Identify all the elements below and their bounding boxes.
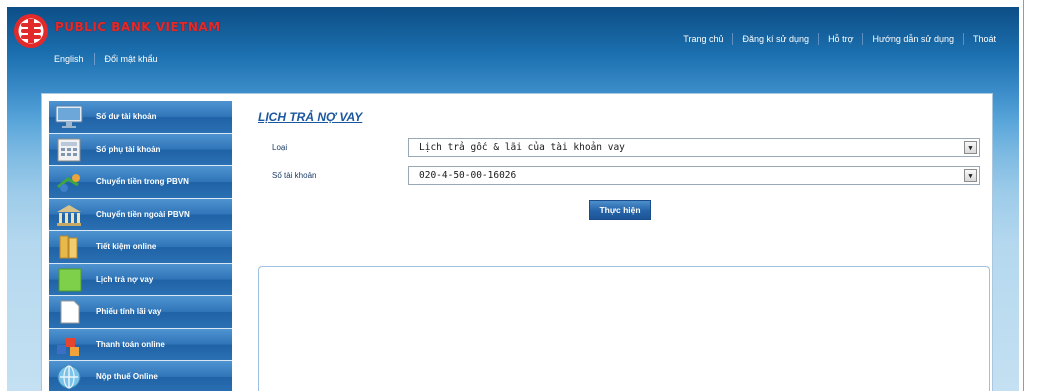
sidebar-item-label: Nộp thuế Online bbox=[96, 372, 158, 381]
results-area bbox=[258, 266, 990, 391]
sidebar-item-loan-interest[interactable]: Phiếu tính lãi vay bbox=[49, 296, 232, 329]
account-number-select[interactable]: 020-4-50-00-16026 ▼ bbox=[408, 166, 980, 185]
sub-navigation: English Đổi mật khẩu bbox=[54, 53, 178, 65]
calculator-icon bbox=[53, 136, 85, 164]
sidebar-item-label: Số dư tài khoản bbox=[96, 112, 157, 121]
sidebar-item-label: Tiết kiệm online bbox=[96, 242, 157, 251]
sidebar-menu: Số dư tài khoản Số phụ tài khoản Chuyển … bbox=[49, 101, 232, 391]
sidebar-item-label: Chuyển tiền trong PBVN bbox=[96, 177, 189, 186]
account-number-label: Số tài khoản bbox=[272, 171, 317, 180]
sidebar-item-label: Số phụ tài khoản bbox=[96, 144, 161, 154]
account-number-value: 020-4-50-00-16026 bbox=[419, 170, 517, 181]
sidebar-item-label: Thanh toán online bbox=[96, 339, 165, 349]
window-edge bbox=[1023, 0, 1024, 391]
type-field-row: Loại Lịch trả gốc & lãi của tài khoản va… bbox=[258, 138, 980, 157]
page-title: LỊCH TRẢ NỢ VAY bbox=[258, 110, 363, 124]
sidebar-item-online-savings[interactable]: Tiết kiệm online bbox=[49, 231, 232, 264]
bank-icon bbox=[53, 201, 85, 229]
public-bank-logo-icon[interactable] bbox=[13, 13, 49, 49]
sidebar-item-label: Phiếu tính lãi vay bbox=[96, 307, 162, 316]
account-field-row: Số tài khoản 020-4-50-00-16026 ▼ bbox=[258, 166, 980, 185]
content-panel: Số dư tài khoản Số phụ tài khoản Chuyển … bbox=[41, 93, 993, 391]
page-frame: PUBLIC BANK VIETNAM English Đổi mật khẩu… bbox=[0, 0, 1042, 391]
nav-support[interactable]: Hỗ trợ bbox=[818, 33, 862, 45]
sidebar-item-online-payment[interactable]: Thanh toán online bbox=[49, 328, 232, 361]
change-password-link[interactable]: Đổi mật khẩu bbox=[105, 53, 168, 65]
language-english-link[interactable]: English bbox=[54, 53, 95, 65]
sidebar-item-external-transfer[interactable]: Chuyển tiền ngoài PBVN bbox=[49, 198, 232, 231]
sidebar-item-loan-schedule[interactable]: Lịch trả nợ vay bbox=[49, 263, 232, 296]
monitor-icon bbox=[53, 103, 85, 131]
transfer-icon bbox=[53, 168, 85, 196]
type-select-value: Lịch trả gốc & lãi của tài khoản vay bbox=[419, 142, 625, 153]
type-select[interactable]: Lịch trả gốc & lãi của tài khoản vay ▼ bbox=[408, 138, 980, 157]
schedule-icon bbox=[53, 266, 85, 294]
savings-icon bbox=[53, 233, 85, 261]
payment-icon bbox=[53, 331, 85, 359]
app-window: PUBLIC BANK VIETNAM English Đổi mật khẩu… bbox=[7, 7, 1019, 391]
brand-name: PUBLIC BANK VIETNAM bbox=[55, 20, 221, 34]
nav-user-guide[interactable]: Hướng dẫn sử dụng bbox=[862, 33, 963, 45]
nav-logout[interactable]: Thoát bbox=[962, 33, 1005, 45]
dropdown-arrow-icon[interactable]: ▼ bbox=[964, 141, 977, 154]
globe-icon bbox=[53, 363, 85, 391]
top-navigation: Trang chủ Đăng kí sử dụng Hỗ trợ Hướng d… bbox=[674, 33, 1005, 45]
sidebar-item-label: Lịch trả nợ vay bbox=[96, 274, 154, 284]
sidebar-item-account-statement[interactable]: Số phụ tài khoản bbox=[49, 133, 232, 166]
dropdown-arrow-icon[interactable]: ▼ bbox=[964, 169, 977, 182]
document-icon bbox=[53, 298, 85, 326]
submit-button[interactable]: Thực hiện bbox=[589, 200, 651, 220]
nav-home[interactable]: Trang chủ bbox=[674, 33, 732, 45]
sidebar-item-online-tax[interactable]: Nộp thuế Online bbox=[49, 361, 232, 391]
sidebar-item-internal-transfer[interactable]: Chuyển tiền trong PBVN bbox=[49, 166, 232, 199]
type-label: Loại bbox=[272, 143, 288, 152]
sidebar-item-label: Chuyển tiền ngoài PBVN bbox=[96, 209, 190, 219]
nav-register[interactable]: Đăng kí sử dụng bbox=[732, 33, 818, 45]
sidebar-item-account-balance[interactable]: Số dư tài khoản bbox=[49, 101, 232, 134]
